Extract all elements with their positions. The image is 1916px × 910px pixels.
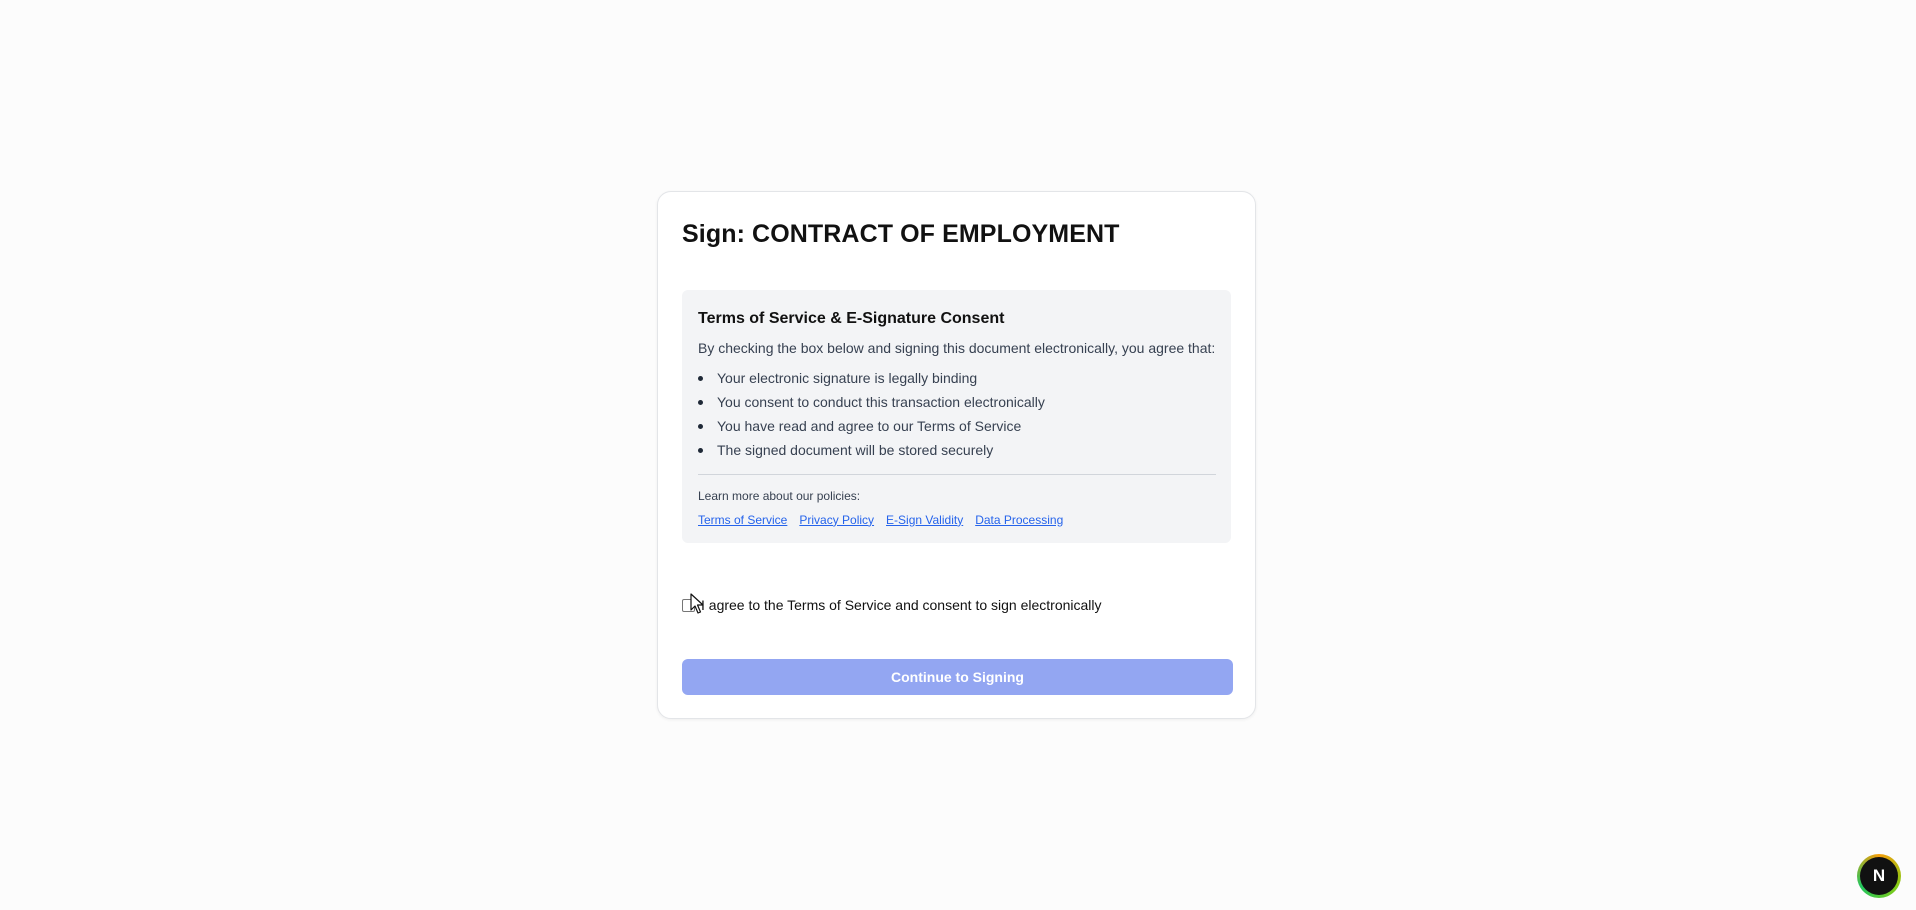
e-sign-validity-link[interactable]: E-Sign Validity (886, 513, 963, 527)
bullet-icon (698, 376, 703, 382)
bullet-icon (698, 400, 703, 406)
nextjs-dev-indicator-button[interactable]: N (1857, 854, 1901, 898)
nextjs-logo-icon: N (1860, 857, 1898, 895)
page: Sign: CONTRACT OF EMPLOYMENT Terms of Se… (0, 0, 1916, 910)
consent-item-text: The signed document will be stored secur… (717, 442, 994, 459)
consent-list-item: Your electronic signature is legally bin… (698, 366, 1216, 390)
data-processing-link[interactable]: Data Processing (975, 513, 1063, 527)
consent-item-text: Your electronic signature is legally bin… (717, 370, 978, 387)
consent-item-text: You have read and agree to our Terms of … (717, 418, 1022, 435)
consent-list-item: You consent to conduct this transaction … (698, 390, 1216, 414)
consent-list-item: The signed document will be stored secur… (698, 438, 1216, 462)
policy-links: Terms of Service Privacy Policy E-Sign V… (698, 513, 1216, 527)
consent-intro: By checking the box below and signing th… (698, 340, 1216, 357)
bullet-icon (698, 448, 703, 454)
consent-list: Your electronic signature is legally bin… (698, 366, 1216, 462)
agreement-row[interactable]: I agree to the Terms of Service and cons… (682, 597, 1231, 614)
page-title: Sign: CONTRACT OF EMPLOYMENT (682, 220, 1120, 248)
signing-consent-card: Sign: CONTRACT OF EMPLOYMENT Terms of Se… (657, 191, 1256, 719)
policies-label: Learn more about our policies: (698, 489, 861, 504)
bullet-icon (698, 424, 703, 430)
consent-list-item: You have read and agree to our Terms of … (698, 414, 1216, 438)
mouse-cursor-icon (690, 593, 704, 614)
agree-label[interactable]: I agree to the Terms of Service and cons… (701, 597, 1102, 614)
consent-heading: Terms of Service & E-Signature Consent (698, 310, 1005, 327)
terms-of-service-link[interactable]: Terms of Service (698, 513, 787, 527)
divider (698, 474, 1216, 476)
consent-item-text: You consent to conduct this transaction … (717, 394, 1045, 411)
continue-to-signing-button[interactable]: Continue to Signing (682, 658, 1233, 695)
privacy-policy-link[interactable]: Privacy Policy (799, 513, 874, 527)
consent-panel: Terms of Service & E-Signature Consent B… (682, 290, 1231, 543)
